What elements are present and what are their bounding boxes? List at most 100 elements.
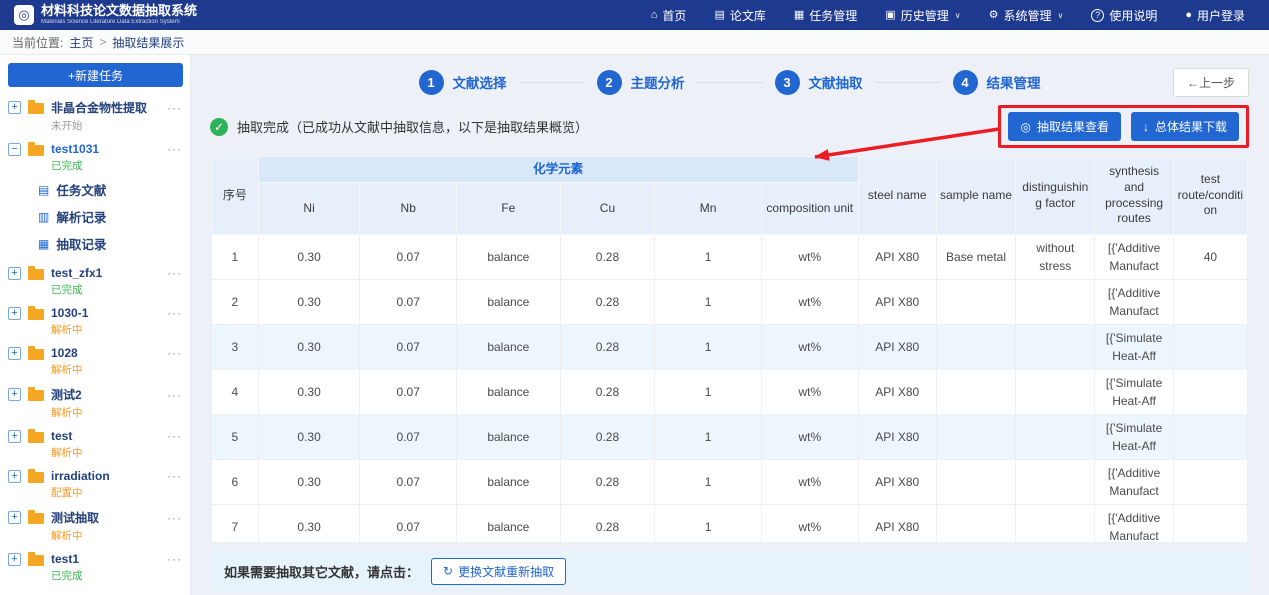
more-options-icon[interactable]: ··· [167, 101, 182, 115]
expand-toggle-icon[interactable]: + [8, 553, 21, 566]
task-status-badge: 已完成 [51, 568, 182, 583]
expand-toggle-icon[interactable]: + [8, 101, 21, 114]
table-cell: 0.07 [360, 280, 457, 325]
expand-toggle-icon[interactable]: + [8, 511, 21, 524]
button-label: 总体结果下载 [1155, 118, 1227, 135]
expand-toggle-icon[interactable]: + [8, 470, 21, 483]
nav-item-settings-gear[interactable]: ⚙系统管理∨ [989, 7, 1064, 24]
breadcrumb-home-link[interactable]: 主页 [69, 34, 93, 51]
task-name: 非晶合金物性提取 [51, 99, 160, 116]
sidebar-item-label: 任务文献 [56, 180, 106, 199]
sidebar-item-extract-records[interactable]: ▦抽取记录 [38, 230, 182, 257]
table-cell: 0.28 [560, 235, 655, 280]
table-cell: 0.30 [258, 415, 360, 460]
task-row[interactable]: +test··· [8, 429, 182, 443]
task-row[interactable]: +测试抽取··· [8, 509, 182, 526]
task-row[interactable]: +test1··· [8, 552, 182, 566]
table-cell: 1 [655, 370, 762, 415]
table-cell: 1 [212, 235, 259, 280]
more-options-icon[interactable]: ··· [167, 306, 182, 320]
table-cell: 0.30 [258, 505, 360, 544]
step-connector [519, 82, 585, 83]
step-number: 4 [953, 70, 978, 95]
previous-step-button[interactable]: ←上一步 [1173, 68, 1249, 97]
expand-toggle-icon[interactable]: + [8, 347, 21, 360]
reextract-button[interactable]: ↻ 更换文献重新抽取 [431, 558, 566, 585]
download-overall-results-button[interactable]: ↓总体结果下载 [1131, 112, 1239, 141]
folder-icon [28, 269, 44, 280]
table-cell: API X80 [858, 505, 936, 544]
refresh-icon: ↻ [443, 564, 453, 578]
sidebar-task: +测试2···解析中 [0, 380, 190, 423]
expand-toggle-icon[interactable]: − [8, 143, 21, 156]
task-row[interactable]: +1030-1··· [8, 306, 182, 320]
table-cell: 0.07 [360, 505, 457, 544]
task-row[interactable]: + 非晶合金物性提取 ··· [8, 99, 182, 116]
more-options-icon[interactable]: ··· [167, 469, 182, 483]
results-table-head: 序号化学元素steel namesample namedistinguishin… [212, 157, 1248, 235]
expand-toggle-icon[interactable]: + [8, 267, 21, 280]
table-cell [936, 325, 1015, 370]
step-number: 3 [775, 70, 800, 95]
expand-toggle-icon[interactable]: + [8, 430, 21, 443]
app-subtitle: Materials Science Literature Data Extrac… [41, 19, 197, 26]
expand-toggle-icon[interactable]: + [8, 388, 21, 401]
table-row: 40.300.07balance0.281wt%API X80[{'Simula… [212, 370, 1248, 415]
annotation-highlight-box: ◎抽取结果查看 ↓总体结果下载 [998, 105, 1249, 148]
column-header: Fe [457, 183, 561, 235]
nav-item-home[interactable]: ⌂首页 [651, 7, 687, 24]
steps-bar: 1文献选择2主题分析3文献抽取4结果管理 ←上一步 [210, 61, 1249, 103]
table-cell: 0.07 [360, 235, 457, 280]
nav-item-help[interactable]: ?使用说明 [1091, 7, 1157, 24]
task-row[interactable]: +1028··· [8, 346, 182, 360]
new-task-button[interactable]: +新建任务 [8, 63, 183, 87]
column-header: Cu [560, 183, 655, 235]
table-cell: 5 [212, 415, 259, 460]
button-label: 抽取结果查看 [1037, 118, 1109, 135]
more-options-icon[interactable]: ··· [167, 142, 182, 156]
more-options-icon[interactable]: ··· [167, 552, 182, 566]
nav-item-paper-library[interactable]: ▤论文库 [714, 7, 765, 24]
more-options-icon[interactable]: ··· [167, 511, 182, 525]
table-cell: 1 [655, 505, 762, 544]
table-cell: 0.30 [258, 325, 360, 370]
sidebar-item-parse-records[interactable]: ▥解析记录 [38, 203, 182, 230]
results-table-container[interactable]: 序号化学元素steel namesample namedistinguishin… [210, 155, 1249, 543]
table-cell: API X80 [858, 280, 936, 325]
task-row[interactable]: +test_zfx1··· [8, 266, 182, 280]
more-options-icon[interactable]: ··· [167, 266, 182, 280]
breadcrumb-prefix: 当前位置: [12, 34, 63, 51]
task-row[interactable]: −test1031··· [8, 142, 182, 156]
step-number: 1 [419, 70, 444, 95]
sidebar-task: + 非晶合金物性提取 ··· 未开始 [0, 93, 190, 136]
nav-item-user[interactable]: ●用户登录 [1185, 7, 1245, 24]
nav-item-history[interactable]: ▣历史管理∨ [885, 7, 960, 24]
task-manage-icon: ▦ [794, 10, 804, 21]
view-extraction-results-button[interactable]: ◎抽取结果查看 [1008, 112, 1121, 141]
step-2: 2主题分析 [597, 70, 685, 95]
table-cell [1016, 415, 1095, 460]
success-check-icon: ✓ [210, 118, 228, 136]
task-row[interactable]: + 测试2 ··· [8, 386, 182, 403]
table-row: 10.300.07balance0.281wt%API X80Base meta… [212, 235, 1248, 280]
more-options-icon[interactable]: ··· [167, 429, 182, 443]
more-options-icon[interactable]: ··· [167, 346, 182, 360]
sidebar-item-task-documents[interactable]: ▤任务文献 [38, 176, 182, 203]
nav-item-task-manage[interactable]: ▦任务管理 [794, 7, 857, 24]
expand-toggle-icon[interactable]: + [8, 307, 21, 320]
more-options-icon[interactable]: ··· [167, 388, 182, 402]
column-header: composition unit [761, 183, 858, 235]
table-cell: 0.30 [258, 370, 360, 415]
table-cell: 0.07 [360, 415, 457, 460]
task-status-badge: 未开始 [51, 118, 182, 133]
help-icon: ? [1091, 9, 1104, 22]
task-name: 测试2 [51, 386, 160, 403]
table-cell [936, 280, 1015, 325]
breadcrumb-separator: > [99, 35, 106, 49]
table-cell: wt% [761, 415, 858, 460]
chevron-down-icon: ∨ [955, 11, 961, 20]
task-row[interactable]: + irradiation ··· [8, 469, 182, 483]
task-name: irradiation [51, 469, 160, 483]
table-cell: 0.07 [360, 460, 457, 505]
column-header: Ni [258, 183, 360, 235]
